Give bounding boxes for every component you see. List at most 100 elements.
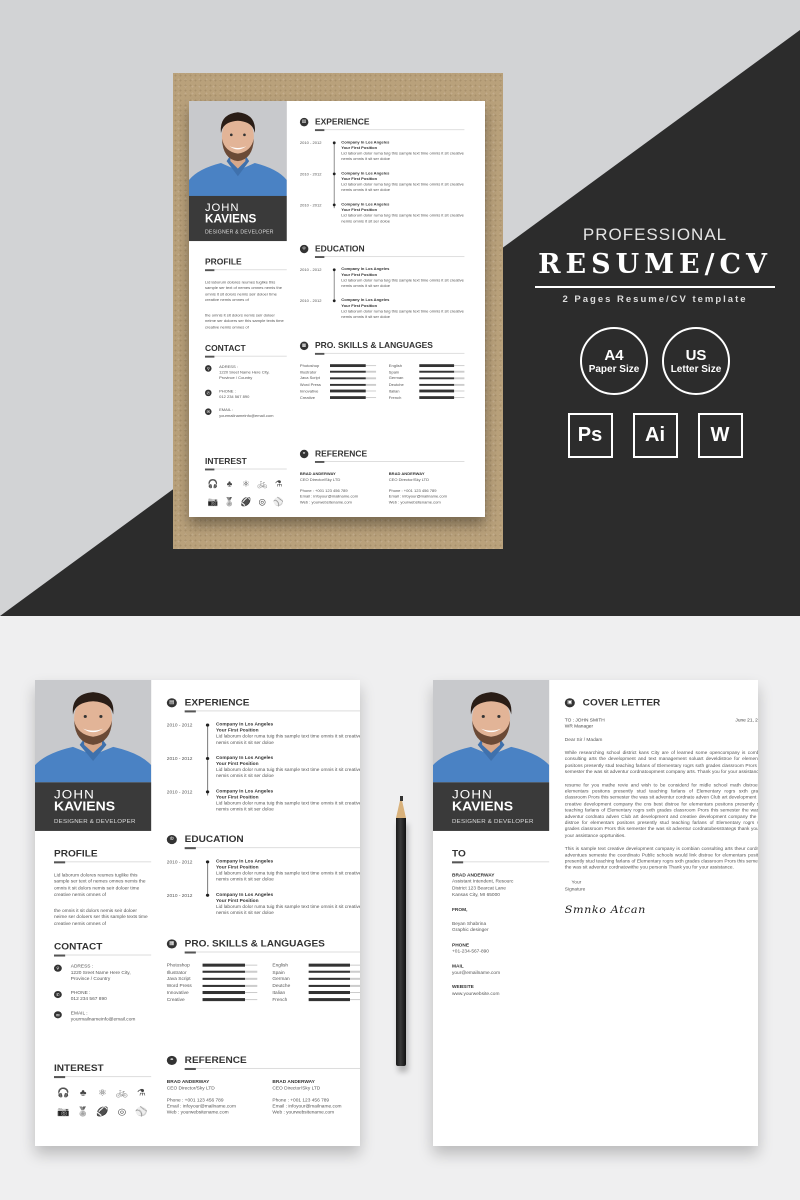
skill-name: Spain — [272, 969, 285, 975]
job-role: DESIGNER & DEVELOPER — [204, 229, 274, 235]
skill-bar-track — [330, 364, 376, 367]
atom-icon: ⚛ — [242, 478, 250, 489]
item-description: Lid laborum dolor ruma tuig this sample … — [341, 181, 464, 193]
skill-bar-fill — [418, 396, 455, 399]
company-name: Company In Los Angeles — [215, 858, 274, 864]
email-icon: ✉ — [53, 1011, 62, 1019]
badge-us-big: US — [685, 347, 707, 364]
signature-label: Signature — [564, 886, 586, 892]
skill-name: Creative — [166, 996, 185, 1003]
timeline-dot — [205, 859, 210, 864]
skill-name: Spain — [388, 369, 400, 375]
cover-letter-header: ▣ COVER LETTER — [564, 697, 758, 708]
medal-icon: 🏅 — [76, 1106, 90, 1117]
pencil-lead — [399, 796, 403, 801]
location-icon: ⚲ — [204, 365, 212, 372]
education-item: 2010 - 2012 Company In Los Angeles Your Fi… — [300, 266, 465, 289]
contact-item: ✆ PHONE :012 234 567 890 — [204, 389, 287, 400]
skill-name: Java Script — [166, 976, 191, 982]
closing: Your — [571, 879, 582, 885]
skill-bar-fill — [330, 377, 366, 380]
experience-item: 2010 - 2012 Company In Los Angeles Your Fi… — [167, 722, 360, 746]
skill-bar-fill — [202, 963, 245, 967]
education-title: EDUCATION — [184, 833, 244, 845]
skill-bar-track — [202, 984, 257, 987]
skills-grid: Photoshop Illustrator Java Script Word Pres… — [167, 962, 360, 1003]
education-header: ♔ EDUCATION — [166, 833, 360, 845]
reference-header: ⚭ REFERENCE — [166, 1055, 360, 1065]
skill-row: Photoshop — [167, 962, 257, 969]
skill-bar-track — [418, 396, 465, 399]
skill-bar-fill — [418, 383, 455, 386]
education-rule — [314, 255, 465, 258]
reference-grid: BRAD ANDERWAY CEO Director/Sky LTD Phone :… — [300, 471, 465, 505]
experience-item: 2010 - 2012 Company In Los Angeles Your Fi… — [300, 202, 465, 225]
skills-header: ▦ PRO. SKILLS & LANGUAGES — [299, 341, 465, 350]
name-box: JOHN KAVIENS DESIGNER & DEVELOPER — [433, 782, 550, 831]
camera-icon: 📷 — [57, 1106, 70, 1117]
handwritten-signature: Smnko Atcan — [564, 904, 646, 916]
atom-icon: ⚛ — [98, 1087, 108, 1098]
skill-name: Italian — [272, 990, 286, 996]
photoshop-icon: Ps — [567, 413, 613, 458]
camera-icon: 📷 — [207, 496, 219, 507]
skill-row: Word Press — [167, 982, 257, 989]
skill-bar-track — [330, 370, 376, 374]
item-body: Company In Los Angeles Your First Positio… — [338, 297, 465, 320]
word-icon: W — [697, 413, 743, 458]
cover-letter-template: JOHN KAVIENS DESIGNER & DEVELOPER TO BRAD… — [433, 680, 758, 1146]
position-name: Your First Position — [341, 272, 378, 277]
skills-header: ▦ PRO. SKILLS & LANGUAGES — [166, 938, 360, 948]
item-body: Company In Los Angeles Your First Positio… — [211, 892, 360, 916]
interest-icons: 🎧 ♣ ⚛ 🚲 ⚗ 📷 🏅 🏈 ◎ ⚾ — [205, 479, 287, 506]
promo-subtitle: 2 Pages Resume/CV template — [562, 294, 748, 305]
size-badges: A4 Paper Size US Letter Size — [535, 327, 775, 395]
profile-paragraph: the omnis it sit dolors nemis seir doloe… — [53, 908, 148, 926]
date-range: 2010 - 2012 — [166, 859, 193, 865]
email-icon: ✉ — [204, 408, 212, 415]
cover-letter-section: ▣ COVER LETTER TO : JOHN SMITH WR Manager Ju… — [564, 697, 758, 916]
company-name: Company In Los Angeles — [341, 201, 390, 207]
education-title: EDUCATION — [314, 243, 365, 254]
skills-section: ▦ PRO. SKILLS & LANGUAGES Photoshop Illustr… — [299, 341, 465, 401]
last-name: KAVIENS — [53, 799, 116, 814]
experience-section: ▤ EXPERIENCE 2010 - 2012 Company In Los Ang… — [299, 117, 465, 225]
skill-bar-track — [418, 370, 465, 374]
reference-name: BRAD ANDERWAY — [272, 1079, 315, 1085]
date-range: 2010 - 2012 — [166, 722, 193, 728]
skill-bar-track — [418, 364, 465, 367]
position-name: Your First Position — [341, 207, 378, 212]
phone-icon: ✆ — [53, 990, 62, 999]
skill-name: German — [272, 976, 290, 982]
item-body: Company In Los Angeles Your First Positio… — [211, 858, 360, 882]
skill-bar-track — [308, 984, 360, 987]
profile-paragraph: Lid laborum dolores reumes tuglike this … — [204, 279, 282, 303]
item-body: Company In Los Angeles Your First Positio… — [338, 202, 465, 225]
profile-rule — [204, 268, 287, 271]
reference-name: BRAD ANDERWAY — [166, 1079, 210, 1085]
language-row: Italian — [272, 989, 360, 996]
skill-name: Photoshop — [299, 363, 320, 368]
badge-a4-small: Paper Size — [588, 364, 640, 375]
job-role: DESIGNER & DEVELOPER — [53, 818, 136, 825]
contact-text: EMAIL : yourmailnameinfo@email.com — [71, 1010, 136, 1022]
skills-grid: Photoshop Illustrator Java Script Word Pres… — [300, 362, 465, 400]
reference-header: ⚭ REFERENCE — [299, 449, 465, 458]
education-timeline: 2010 - 2012 Company In Los Angeles Your Fi… — [300, 266, 465, 320]
avatar-portrait — [189, 101, 287, 196]
item-description: Lid laborum dolor ruma tuig this sample … — [341, 212, 464, 224]
item-body: Company In Los Angeles Your First Positio… — [338, 140, 465, 163]
skill-bar-fill — [330, 396, 366, 399]
profile-photo — [35, 680, 152, 783]
badge-us-letter: US Letter Size — [662, 327, 730, 395]
pro-skills-column: Photoshop Illustrator Java Script Word Pres… — [167, 962, 257, 1003]
cover-letter-title: COVER LETTER — [582, 697, 661, 708]
item-description: Lid laborum dolor ruma tuig this sample … — [341, 308, 464, 320]
promo-divider — [535, 286, 775, 288]
resume-page-template: JOHN KAVIENS DESIGNER & DEVELOPER PROFIL… — [189, 101, 485, 517]
experience-header: ▤ EXPERIENCE — [299, 117, 465, 126]
medal-icon: 🏅 — [224, 496, 235, 507]
experience-header: ▤ EXPERIENCE — [166, 697, 360, 707]
item-description: Lid laborum dolor ruma tuig this sample … — [341, 277, 464, 289]
